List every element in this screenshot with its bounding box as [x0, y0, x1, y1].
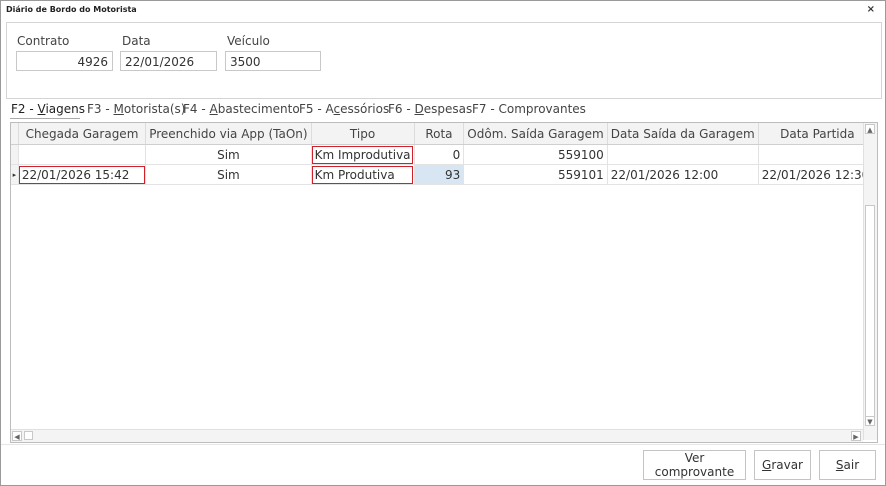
title-bar: Diário de Bordo do Motorista × [1, 1, 885, 21]
tab-comprovantes-label: F7 - Comprovantes [472, 102, 586, 116]
data-field[interactable]: 22/01/2026 [120, 51, 217, 71]
col-rota[interactable]: Rota [414, 123, 465, 145]
window: Diário de Bordo do Motorista × Contrato … [0, 0, 886, 486]
sair-label: air [843, 458, 860, 472]
tab-comprovantes[interactable]: F7 - Comprovantes [472, 102, 586, 116]
tab-abastecimento-key: F4 - [183, 102, 210, 116]
tab-despesas-key: F6 - [388, 102, 415, 116]
col-preenchido-via-app[interactable]: Preenchido via App (TaOn) [145, 123, 312, 145]
horizontal-scroll-thumb[interactable] [24, 431, 33, 440]
ver-comprovante-button[interactable]: Ver comprovante [643, 450, 746, 480]
tab-despesas-label: espesas [423, 102, 473, 116]
cell-data-saida-garagem[interactable]: 22/01/2026 12:00 [607, 164, 759, 185]
sair-mnemonic: S [835, 458, 844, 472]
tab-despesas-mnemonic: D [414, 102, 424, 116]
close-icon[interactable]: × [867, 4, 875, 15]
vertical-scroll-thumb[interactable] [865, 205, 875, 420]
cell-rota[interactable]: 93 [414, 164, 465, 185]
veiculo-field[interactable]: 3500 [225, 51, 321, 71]
tab-acessorios-key: F5 - A [299, 102, 334, 116]
horizontal-scrollbar[interactable]: ◀ ▶ [11, 429, 863, 442]
cell-odometro-saida-garagem[interactable]: 559101 [463, 164, 608, 185]
table-row[interactable]: Sim Km Improdutiva 0 559100 [11, 144, 877, 165]
cell-preenchido-via-app[interactable]: Sim [145, 144, 312, 165]
tab-viagens[interactable]: F2 - Viagens [11, 102, 85, 116]
scroll-up-icon[interactable]: ▲ [865, 124, 875, 134]
row-indicator [11, 144, 19, 165]
tab-motoristas-mnemonic: M [113, 102, 124, 116]
footer-divider [1, 444, 885, 445]
contrato-label: Contrato [17, 34, 70, 48]
cell-data-saida-garagem[interactable] [607, 144, 759, 165]
veiculo-label: Veículo [227, 34, 270, 48]
col-chegada-garagem[interactable]: Chegada Garagem [18, 123, 147, 145]
cell-tipo[interactable]: Km Improdutiva [311, 144, 415, 165]
tab-acessorios[interactable]: F5 - Acessórios [299, 102, 389, 116]
contrato-field[interactable]: 4926 [16, 51, 113, 71]
tab-motoristas-key: F3 - [87, 102, 114, 116]
current-row-indicator-icon: ▸ [11, 164, 19, 185]
col-odometro-saida-garagem[interactable]: Odôm. Saída Garagem [463, 123, 608, 145]
cell-chegada-garagem[interactable] [18, 144, 147, 165]
tab-abastecimento[interactable]: F4 - Abastecimento [183, 102, 300, 116]
tab-viagens-label: iagens [45, 102, 85, 116]
cell-data-partida[interactable] [758, 144, 877, 165]
grid-header-row: Chegada Garagem Preenchido via App (TaOn… [11, 123, 877, 145]
col-data-saida-garagem[interactable]: Data Saída da Garagem [607, 123, 759, 145]
gravar-button[interactable]: Gravar [754, 450, 811, 480]
active-tab-indicator [10, 118, 80, 119]
gravar-label: ravar [771, 458, 803, 472]
tab-motoristas-label: otorista(s) [123, 102, 186, 116]
scroll-down-icon[interactable]: ▼ [865, 416, 875, 426]
tab-motoristas[interactable]: F3 - Motorista(s) [87, 102, 185, 116]
viagens-grid: Chegada Garagem Preenchido via App (TaOn… [10, 122, 878, 443]
tab-acessorios-label: essórios [340, 102, 390, 116]
col-tipo[interactable]: Tipo [311, 123, 415, 145]
tab-abastecimento-label: bastecimento [217, 102, 300, 116]
cell-data-partida[interactable]: 22/01/2026 12:30 [758, 164, 877, 185]
viagens-table: Chegada Garagem Preenchido via App (TaOn… [11, 123, 877, 185]
vertical-scrollbar[interactable]: ▲ ▼ [863, 123, 877, 440]
gravar-mnemonic: G [762, 458, 772, 472]
window-title: Diário de Bordo do Motorista [6, 5, 137, 14]
col-data-partida[interactable]: Data Partida [758, 123, 877, 145]
cell-chegada-garagem[interactable]: 22/01/2026 15:42 [18, 164, 147, 185]
scroll-right-icon[interactable]: ▶ [851, 431, 861, 441]
cell-rota[interactable]: 0 [414, 144, 465, 165]
scroll-left-icon[interactable]: ◀ [12, 431, 22, 441]
header-panel: Contrato 4926 Data 22/01/2026 Veículo 35… [6, 22, 882, 99]
table-row[interactable]: ▸ 22/01/2026 15:42 Sim Km Produtiva 93 5… [11, 164, 877, 185]
sair-button[interactable]: Sair [819, 450, 876, 480]
tab-despesas[interactable]: F6 - Despesas [388, 102, 472, 116]
cell-preenchido-via-app[interactable]: Sim [145, 164, 312, 185]
tab-viagens-key: F2 - [11, 102, 38, 116]
cell-odometro-saida-garagem[interactable]: 559100 [463, 144, 608, 165]
data-label: Data [122, 34, 151, 48]
row-indicator-header [11, 123, 19, 145]
tab-abastecimento-mnemonic: A [209, 102, 218, 116]
cell-tipo[interactable]: Km Produtiva [311, 164, 415, 185]
